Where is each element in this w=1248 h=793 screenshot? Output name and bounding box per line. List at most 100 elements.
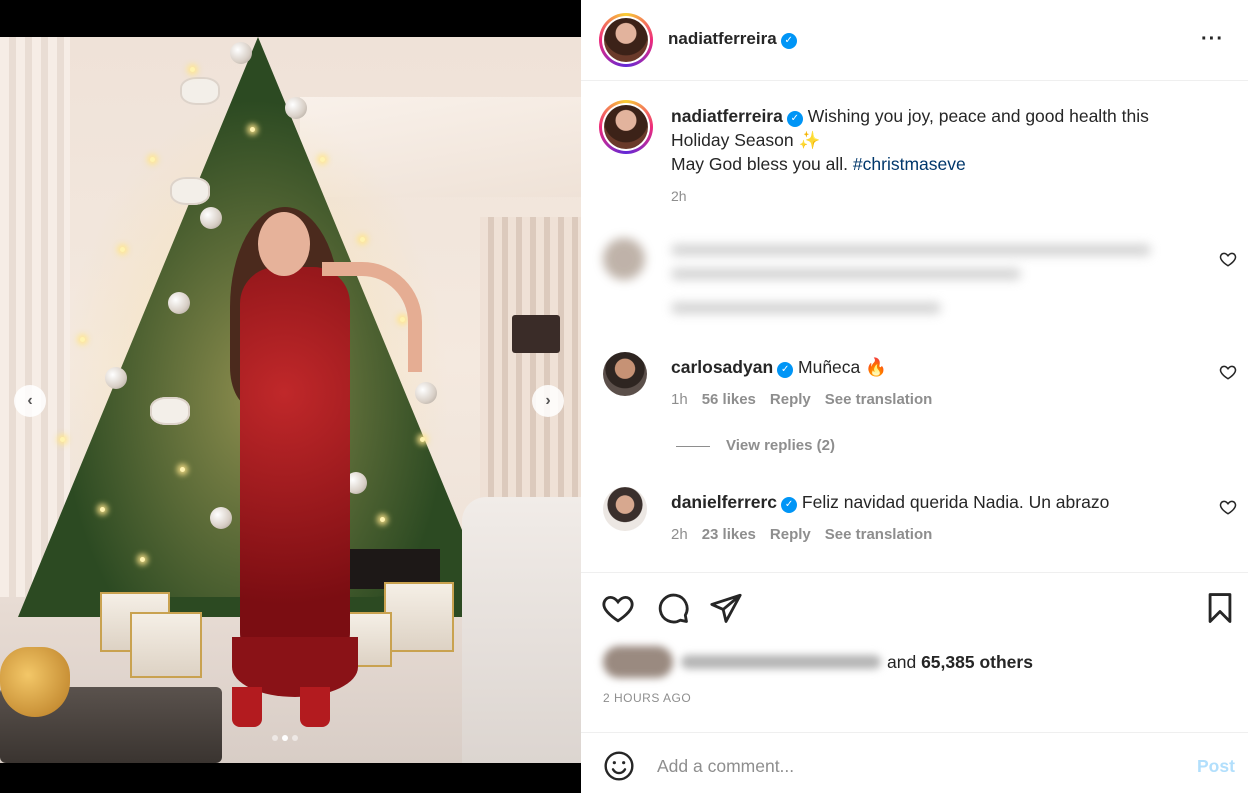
verified-badge-icon: ✓ <box>777 362 794 378</box>
view-replies-label: View replies (2) <box>726 437 835 454</box>
see-translation-link[interactable]: See translation <box>825 526 933 543</box>
post-photo[interactable] <box>0 37 581 763</box>
tree-bow <box>180 77 220 105</box>
caption-text-line2: Holiday Season ✨ <box>671 130 821 150</box>
likes-and: and <box>887 651 917 672</box>
comment-bubble-icon[interactable] <box>656 591 690 625</box>
caption-text-line1: Wishing you joy, peace and good health t… <box>807 106 1149 126</box>
hashtag-link[interactable]: #christmaseve <box>853 154 966 174</box>
likes-others-count[interactable]: 65,385 others <box>921 652 1033 672</box>
ornament <box>210 507 232 529</box>
bookmark-icon[interactable] <box>1203 591 1237 625</box>
post-comment-button[interactable]: Post <box>1197 756 1235 777</box>
blurred-comment <box>601 232 1216 332</box>
like-comment-heart-icon[interactable] <box>1219 498 1237 516</box>
post-caption: nadiatferreira ✓ Wishing you joy, peace a… <box>671 104 1231 176</box>
avatar[interactable] <box>603 487 647 531</box>
woman-face <box>258 212 310 276</box>
comment-likes[interactable]: 23 likes <box>702 526 756 543</box>
ornament <box>168 292 190 314</box>
more-options-icon[interactable]: ··· <box>1201 28 1224 51</box>
blurred-liker-names <box>681 655 881 669</box>
carousel-dots <box>272 735 298 741</box>
carousel-dot-active <box>282 735 288 741</box>
comment-text: Feliz navidad querida Nadia. Un abrazo <box>801 492 1110 512</box>
red-shoe <box>300 687 330 727</box>
string-light <box>140 557 145 562</box>
replies-divider-line <box>676 445 710 447</box>
caption-avatar[interactable] <box>599 100 653 154</box>
string-light <box>360 237 365 242</box>
ornament <box>285 97 307 119</box>
string-light <box>380 517 385 522</box>
tree-bow <box>150 397 190 425</box>
verified-badge-icon: ✓ <box>780 33 797 49</box>
comment-username[interactable]: carlosadyan <box>671 357 773 377</box>
tree-bow <box>170 177 210 205</box>
post-timestamp: 2 HOURS AGO <box>603 691 692 705</box>
share-paper-plane-icon[interactable] <box>709 591 743 625</box>
comment-meta: 1h 56 likes Reply See translation <box>671 391 932 408</box>
author-username[interactable]: nadiatferreira ✓ <box>668 29 797 49</box>
comment-time: 2h <box>671 526 688 543</box>
carousel-dot <box>292 735 298 741</box>
blurred-avatar <box>603 238 645 280</box>
see-translation-link[interactable]: See translation <box>825 391 933 408</box>
post-media-panel: ‹ › <box>0 0 581 793</box>
string-light <box>180 467 185 472</box>
comment-username[interactable]: danielferrerc <box>671 492 777 512</box>
comment-body: carlosadyan ✓ Muñeca 🔥 <box>671 357 887 378</box>
gift-box <box>130 612 202 678</box>
reply-button[interactable]: Reply <box>770 391 811 408</box>
comment-time: 1h <box>671 391 688 408</box>
verified-badge-icon: ✓ <box>786 111 803 127</box>
username-text[interactable]: nadiatferreira <box>668 29 777 48</box>
comment-body: danielferrerc ✓ Feliz navidad querida Nad… <box>671 492 1109 513</box>
string-light <box>100 507 105 512</box>
string-light <box>150 157 155 162</box>
ornament <box>105 367 127 389</box>
blurred-text <box>671 268 1021 280</box>
like-comment-heart-icon[interactable] <box>1219 250 1237 268</box>
carousel-dot <box>272 735 278 741</box>
add-comment-bar: Post <box>581 732 1248 793</box>
chevron-left-icon[interactable]: ‹ <box>14 385 46 417</box>
caption-username[interactable]: nadiatferreira <box>671 106 783 126</box>
avatar[interactable] <box>599 13 653 67</box>
comment-likes[interactable]: 56 likes <box>702 391 756 408</box>
ornament <box>230 42 252 64</box>
likes-text: and 65,385 others <box>887 652 1033 673</box>
gold-vase <box>0 647 70 717</box>
table-lamp <box>512 315 560 353</box>
ornament <box>200 207 222 229</box>
verified-badge-icon: ✓ <box>781 497 798 513</box>
post-details-panel: nadiatferreira ✓ ··· nadiatferreira ✓ Wish… <box>581 0 1248 793</box>
string-light <box>250 127 255 132</box>
red-shoe <box>232 687 262 727</box>
blurred-text <box>671 244 1151 256</box>
like-heart-icon[interactable] <box>601 591 635 625</box>
likes-summary[interactable]: and 65,385 others <box>603 645 1033 679</box>
view-replies-button[interactable]: View replies (2) <box>676 437 835 454</box>
string-light <box>320 157 325 162</box>
string-light <box>60 437 65 442</box>
like-comment-heart-icon[interactable] <box>1219 363 1237 381</box>
ornament <box>415 382 437 404</box>
sofa <box>462 497 581 763</box>
avatar[interactable] <box>603 352 647 396</box>
string-light <box>190 67 195 72</box>
string-light <box>120 247 125 252</box>
comment-input[interactable] <box>657 751 1157 781</box>
post-header: nadiatferreira ✓ ··· <box>581 0 1248 81</box>
string-light <box>80 337 85 342</box>
chevron-right-icon[interactable]: › <box>532 385 564 417</box>
comment-meta: 2h 23 likes Reply See translation <box>671 526 932 543</box>
caption-time: 2h <box>671 188 687 204</box>
blurred-text <box>671 302 941 314</box>
reply-button[interactable]: Reply <box>770 526 811 543</box>
post-actions: and 65,385 others 2 HOURS AGO <box>581 572 1248 732</box>
emoji-icon[interactable] <box>603 750 635 782</box>
blurred-liker-avatars <box>603 646 673 678</box>
gift-box <box>384 582 454 652</box>
caption-text-line3: May God bless you all. <box>671 154 849 174</box>
